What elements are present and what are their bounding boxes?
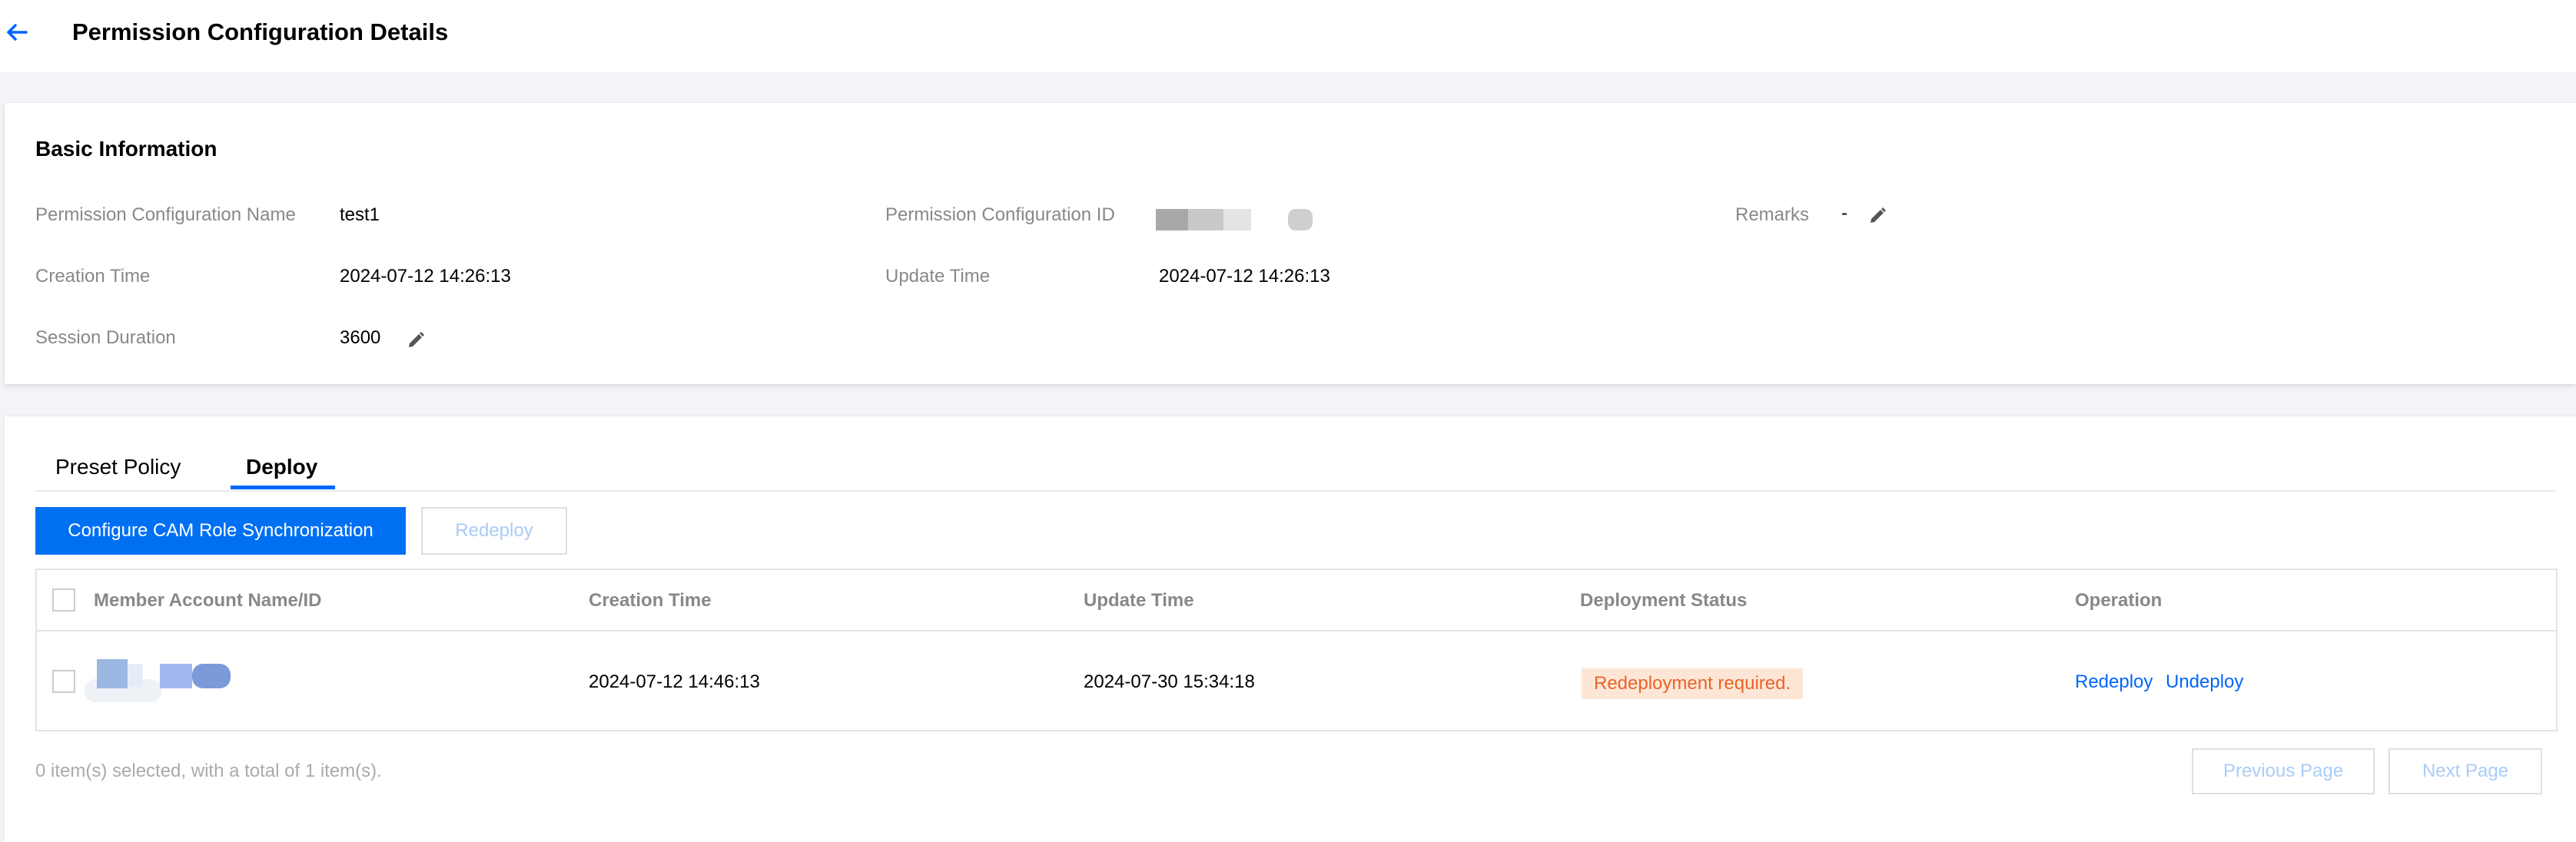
remarks-label: Remarks: [1735, 204, 1810, 225]
page-header: Permission Configuration Details: [0, 0, 2576, 72]
status-badge: Redeployment required.: [1582, 668, 1804, 699]
selection-summary: 0 item(s) selected, with a total of 1 it…: [35, 761, 382, 781]
configure-cam-role-sync-button[interactable]: Configure CAM Role Synchronization: [35, 507, 406, 555]
session-duration-label: Session Duration: [35, 327, 176, 348]
update-time-value: 2024-07-12 14:26:13: [1159, 266, 1330, 287]
remarks-value: -: [1841, 203, 1847, 224]
basic-information-card: Basic Information Permission Configurati…: [5, 103, 2576, 384]
config-id-label: Permission Configuration ID: [885, 204, 1115, 225]
previous-page-button[interactable]: Previous Page: [2192, 748, 2375, 794]
tab-preset-policy[interactable]: Preset Policy: [55, 455, 181, 479]
row-checkbox[interactable]: [52, 670, 75, 693]
member-account-value: [85, 656, 254, 709]
session-duration-value: 3600: [340, 327, 381, 348]
column-header-operation: Operation: [2075, 590, 2163, 611]
arrow-left-icon[interactable]: [5, 20, 29, 45]
table-header: Member Account Name/ID Creation Time Upd…: [37, 570, 2556, 632]
row-update-time: 2024-07-30 15:34:18: [1084, 671, 1255, 692]
undeploy-link[interactable]: Undeploy: [2166, 671, 2243, 693]
tab-bar: Preset Policy Deploy: [35, 416, 2556, 492]
deploy-card: Preset Policy Deploy Configure CAM Role …: [5, 416, 2576, 842]
column-header-member: Member Account Name/ID: [94, 590, 322, 611]
tab-deploy[interactable]: Deploy: [246, 455, 317, 479]
row-creation-time: 2024-07-12 14:46:13: [589, 671, 760, 692]
config-name-value: test1: [340, 204, 380, 225]
column-header-update-time: Update Time: [1084, 590, 1194, 611]
config-id-value: [1156, 207, 1317, 236]
creation-time-label: Creation Time: [35, 266, 151, 287]
update-time-label: Update Time: [885, 266, 991, 287]
column-header-creation-time: Creation Time: [589, 590, 712, 611]
redeploy-button[interactable]: Redeploy: [421, 507, 567, 555]
member-account-table: Member Account Name/ID Creation Time Upd…: [35, 569, 2558, 731]
redeploy-link[interactable]: Redeploy: [2075, 671, 2153, 693]
column-header-deployment-status: Deployment Status: [1580, 590, 1748, 611]
edit-remarks-icon[interactable]: [1867, 206, 1887, 226]
page-title: Permission Configuration Details: [72, 18, 449, 45]
edit-session-duration-icon[interactable]: [406, 330, 426, 350]
select-all-checkbox[interactable]: [52, 588, 75, 612]
section-title: Basic Information: [35, 137, 217, 161]
config-name-label: Permission Configuration Name: [35, 204, 296, 225]
next-page-button[interactable]: Next Page: [2388, 748, 2542, 794]
creation-time-value: 2024-07-12 14:26:13: [340, 266, 511, 287]
active-tab-indicator: [231, 486, 335, 489]
